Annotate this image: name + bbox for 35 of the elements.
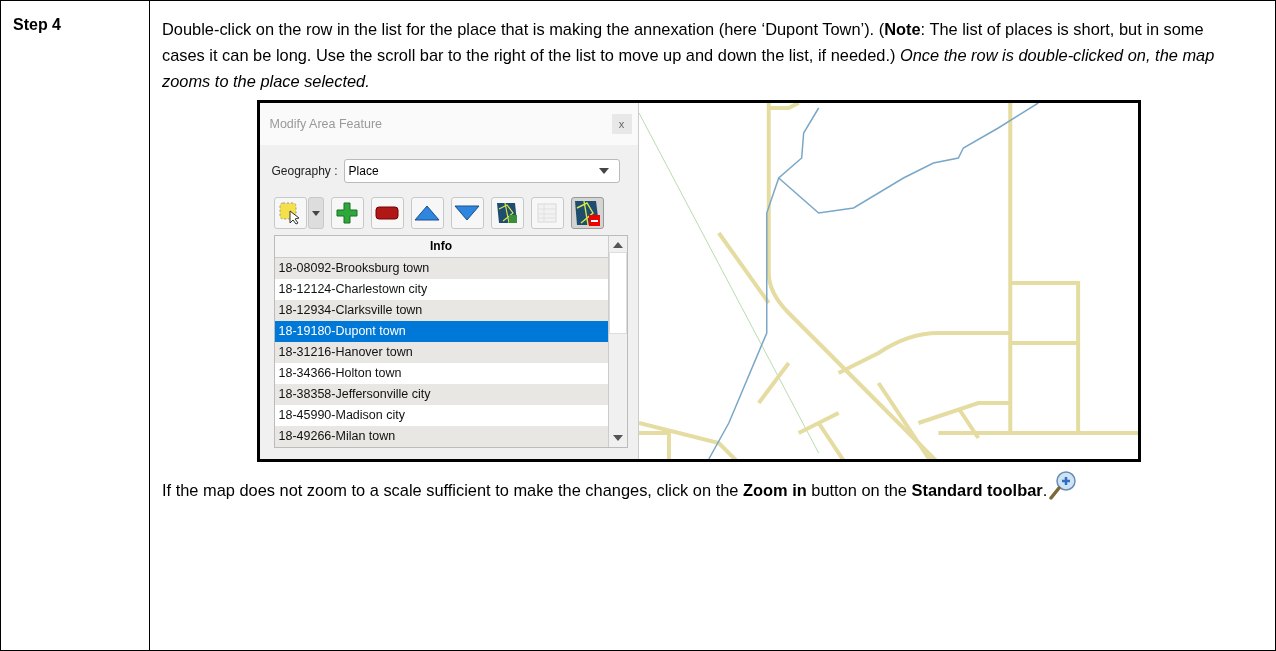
toolbar-button[interactable] <box>273 197 307 229</box>
close-button[interactable]: x <box>611 114 632 134</box>
map-add-icon <box>495 201 519 225</box>
list-row[interactable]: 18-08092-Brooksburg town <box>274 258 608 279</box>
up-triangle-icon <box>414 205 440 221</box>
table-icon <box>536 202 558 224</box>
instruction-text: Double-click on the row in the list for the place that is making the annexation (here ‘Dupont Town’). (Note: The list of places is short, but in some cases it can be long. Use the scroll bar to the right of the list to move up and down the list, if needed.) Once the row is double-clicked on, the map zooms to the place selected. <box>162 19 1216 92</box>
toolbar-button[interactable] <box>570 197 604 229</box>
scroll-down-icon <box>612 435 623 441</box>
zoom-instruction-text: If the map does not zoom to a scale sufficient to make the changes, click on the Zoom in button on the Standard toolbar. <box>162 481 1048 499</box>
selection-cursor-icon <box>278 201 302 225</box>
geography-dropdown[interactable]: Place <box>343 159 620 183</box>
down-triangle-icon <box>454 205 480 221</box>
plus-icon <box>336 202 358 224</box>
list-row[interactable]: 18-38358-Jeffersonville city <box>274 384 608 405</box>
toolbar-button[interactable] <box>490 197 524 229</box>
scroll-up-icon <box>612 242 623 248</box>
list-row[interactable]: 18-12934-Clarksville town <box>274 300 608 321</box>
caret-icon <box>598 168 609 174</box>
toolbar-button[interactable] <box>450 197 484 229</box>
step-label: Step 4 <box>13 16 61 33</box>
caret-icon <box>311 210 320 216</box>
dropdown-arrow-button[interactable] <box>307 197 324 229</box>
window-title: Modify Area Feature <box>269 117 383 131</box>
toolbar-button[interactable] <box>370 197 404 229</box>
list-row[interactable]: 18-49266-Milan town <box>274 426 608 447</box>
toolbar-button[interactable] <box>330 197 364 229</box>
list-row[interactable]: 18-31216-Hanover town <box>274 342 608 363</box>
geography-label: Geography : <box>271 164 338 178</box>
column-header[interactable]: Info <box>274 236 608 258</box>
list-row[interactable]: 18-19180-Dupont town <box>274 321 608 342</box>
minus-icon <box>375 206 399 220</box>
map-remove-icon <box>573 199 601 227</box>
toolbar-button[interactable] <box>410 197 444 229</box>
zoom-in-magnifier-icon <box>1049 470 1078 500</box>
